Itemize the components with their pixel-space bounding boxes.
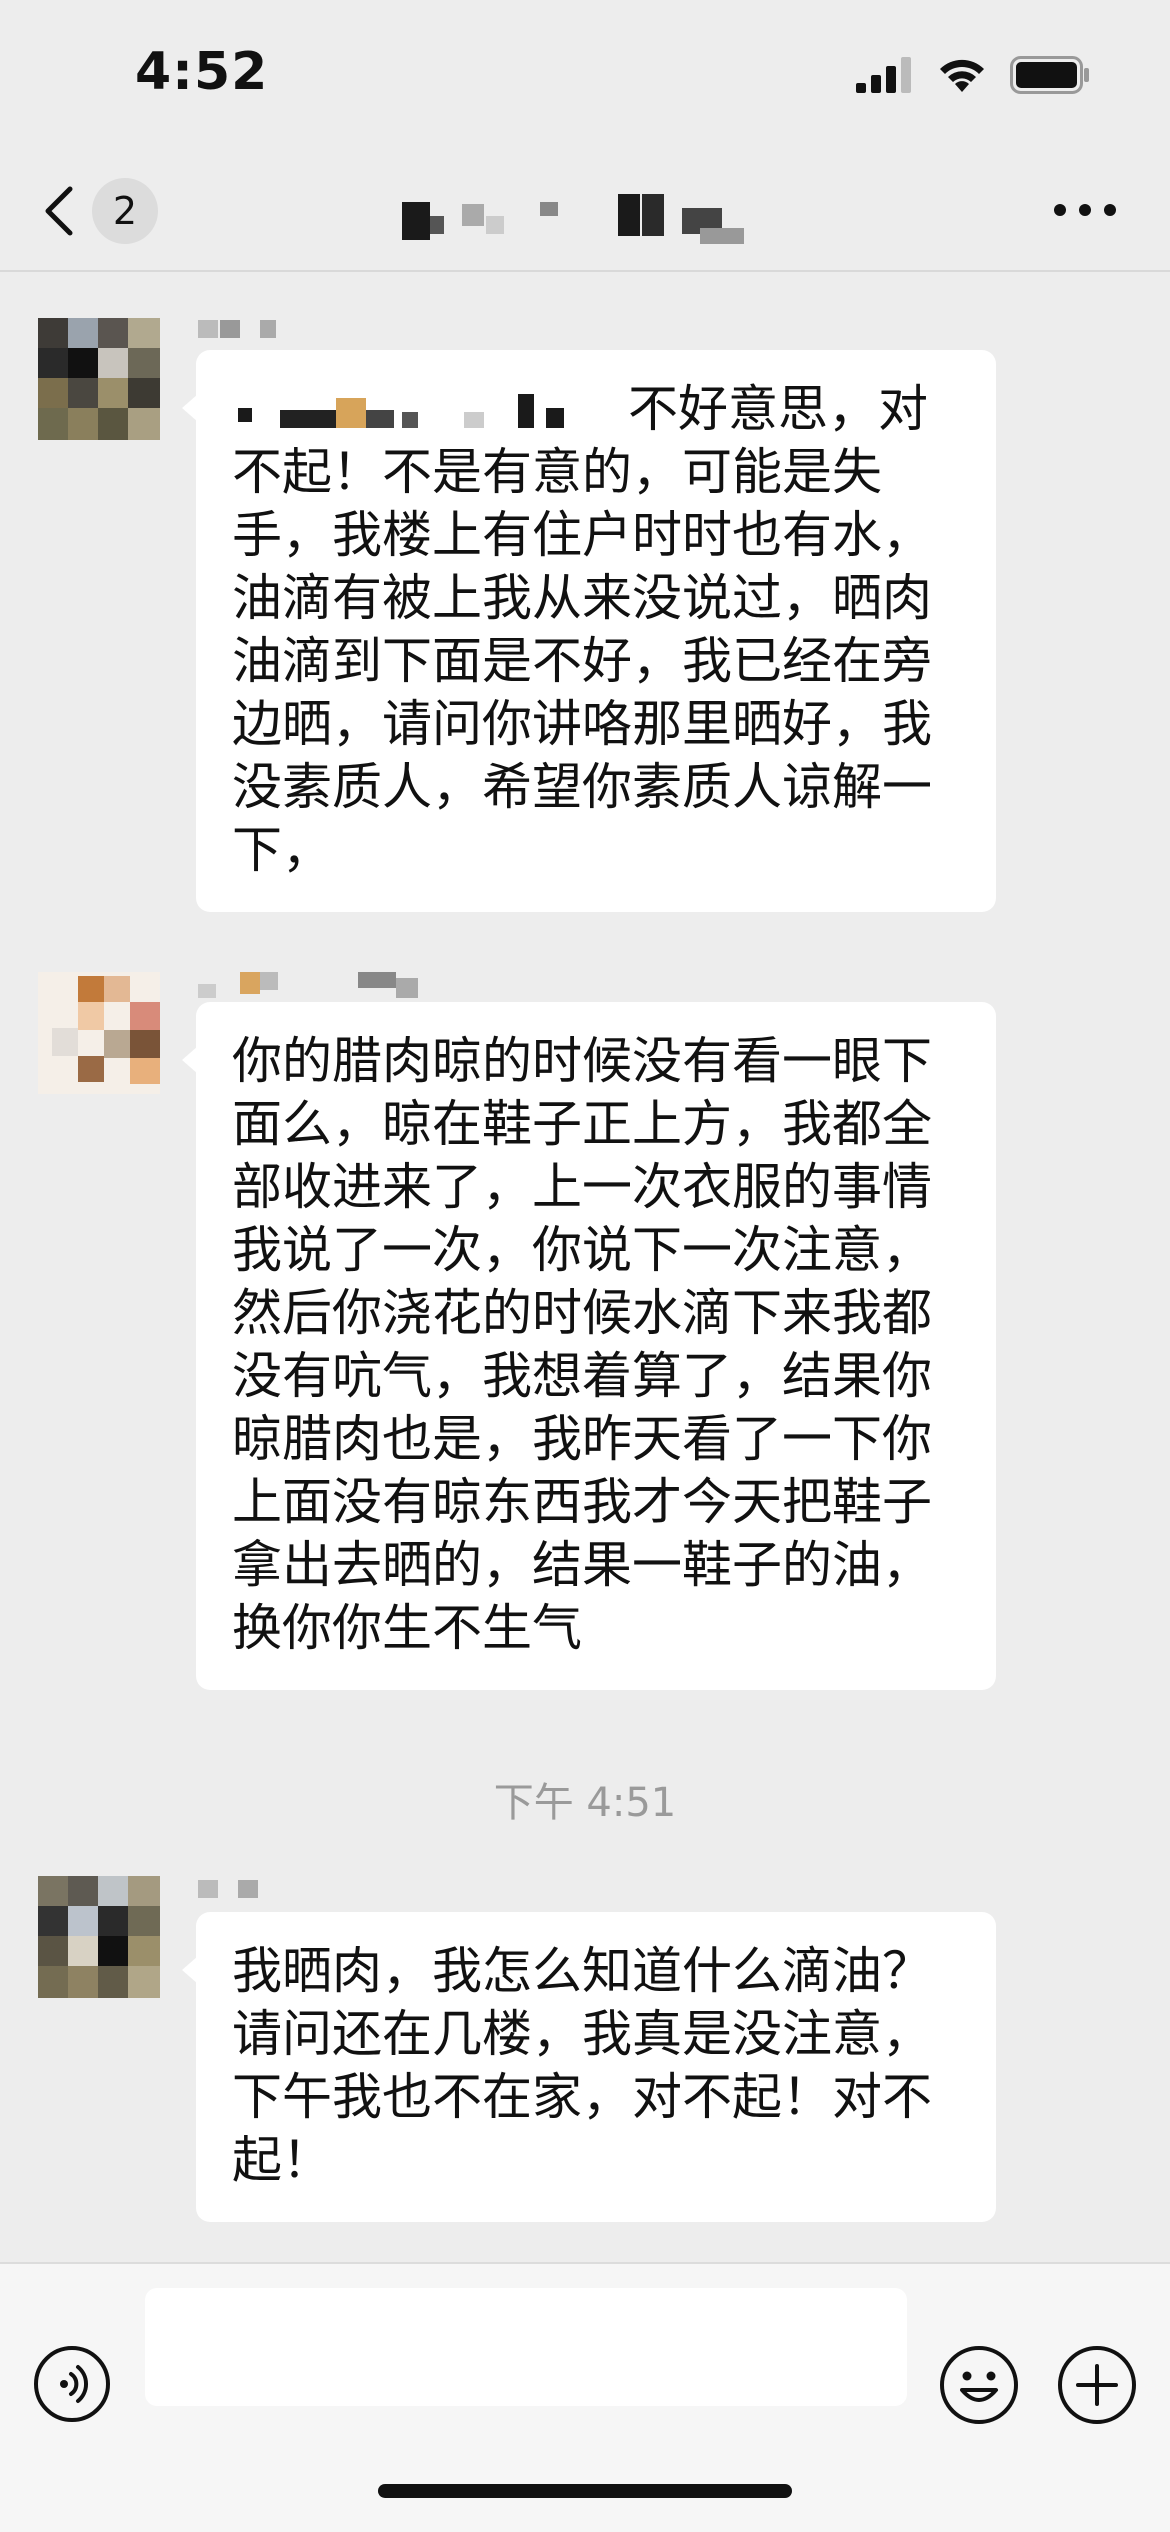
voice-icon[interactable]: [32, 2344, 112, 2424]
wifi-icon: [940, 59, 984, 92]
home-indicator[interactable]: [378, 2484, 792, 2498]
message-bubble[interactable]: 不好意思，对不起！不是有意的，可能是失手，我楼上有住户时时也有水，油滴有被上我从…: [182, 350, 996, 912]
status-time: 4:52: [135, 42, 269, 102]
unread-count-badge: 2: [92, 178, 158, 244]
message-text: 不好意思，对不起！不是有意的，可能是失手，我楼上有住户时时也有水，油滴有被上我从…: [232, 380, 932, 879]
plus-icon[interactable]: [1056, 2344, 1138, 2426]
emoji-icon[interactable]: [938, 2344, 1020, 2426]
message-bubble[interactable]: 我晒肉，我怎么知道什么滴油？请问还在几楼，我真是没注意，下午我也不在家，对不起！…: [182, 1912, 996, 2222]
back-button[interactable]: 2: [40, 176, 170, 246]
battery-icon: [1010, 56, 1089, 94]
message-bubble[interactable]: 你的腊肉晾的时候没有看一眼下面么，晾在鞋子正上方，我都全部收进来了，上一次衣服的…: [182, 1002, 996, 1690]
avatar[interactable]: [38, 318, 160, 440]
avatar[interactable]: [38, 972, 160, 1094]
timestamp: 下午 4:51: [493, 1780, 677, 1826]
message-text: 我晒肉，我怎么知道什么滴油？请问还在几楼，我真是没注意，下午我也不在家，对不起！…: [232, 1942, 932, 2189]
status-bar: 4:52: [0, 0, 1170, 150]
message-input[interactable]: [145, 2288, 907, 2406]
avatar[interactable]: [38, 1876, 160, 1998]
nav-bar: 2: [0, 150, 1170, 272]
cellular-signal-icon: [856, 57, 911, 93]
chevron-left-icon: [45, 186, 73, 236]
message-text: 你的腊肉晾的时候没有看一眼下面么，晾在鞋子正上方，我都全部收进来了，上一次衣服的…: [232, 1032, 932, 1657]
more-options-button[interactable]: [1050, 200, 1120, 220]
status-icons: [856, 56, 1092, 94]
